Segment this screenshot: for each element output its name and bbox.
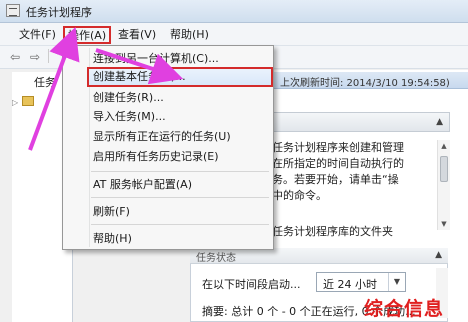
title-bar: 任务计划程序	[0, 0, 468, 23]
action-menu: 连接到另一台计算机(C)... 创建基本任务(B)... 创建任务(R)... …	[62, 45, 274, 250]
period-label: 在以下时间段启动...	[202, 278, 301, 291]
overview-trailing-text: 任务计划程序库的文件夹	[272, 225, 393, 238]
watermark: 综合信息	[364, 298, 445, 320]
menu-action[interactable]: 操作(A)	[63, 26, 112, 44]
menu-item-connect[interactable]: 连接到另一台计算机(C)...	[93, 51, 219, 67]
menu-item-enable-history[interactable]: 启用所有任务历史记录(E)	[93, 149, 219, 165]
task-status-header[interactable]: 任务状态 ▲	[190, 248, 448, 264]
folder-icon	[22, 96, 34, 106]
menu-item-refresh[interactable]: 刷新(F)	[93, 204, 130, 220]
menu-item-create-task[interactable]: 创建任务(R)...	[93, 90, 164, 106]
tree-root-label[interactable]: 任务	[34, 76, 56, 90]
menu-item-show-running[interactable]: 显示所有正在运行的任务(U)	[93, 129, 231, 145]
scroll-down-icon[interactable]: ▼	[438, 218, 450, 230]
chevron-down-icon[interactable]: ▼	[388, 273, 405, 291]
menu-separator	[91, 197, 269, 198]
menu-item-create-basic-task[interactable]: 创建基本任务(B)...	[93, 69, 186, 85]
menu-help[interactable]: 帮助(H)	[170, 27, 209, 42]
menu-file[interactable]: 文件(F)	[19, 27, 56, 42]
menu-separator	[91, 224, 269, 225]
period-select[interactable]: 近 24 小时 ▼	[316, 272, 406, 292]
period-select-value: 近 24 小时	[323, 278, 377, 291]
overview-scrollbar[interactable]: ▲ ▼	[437, 140, 450, 230]
menu-view[interactable]: 查看(V)	[118, 27, 156, 42]
scroll-thumb[interactable]	[440, 156, 448, 182]
toolbar-divider	[48, 49, 59, 63]
menu-item-help[interactable]: 帮助(H)	[93, 231, 132, 247]
overview-section-bar[interactable]: ▲	[272, 112, 450, 132]
forward-arrow-icon[interactable]: ⇨	[26, 49, 44, 65]
collapse-up-icon[interactable]: ▲	[435, 250, 442, 260]
window-title: 任务计划程序	[26, 6, 92, 19]
menu-bar: 文件(F) 操作(A) 查看(V) 帮助(H)	[0, 23, 468, 46]
menu-item-at-service[interactable]: AT 服务帐户配置(A)	[93, 177, 192, 193]
scroll-up-icon[interactable]: ▲	[438, 140, 450, 152]
task-scheduler-icon	[6, 4, 20, 17]
back-arrow-icon[interactable]: ⇦	[6, 49, 24, 65]
overview-description: 任务计划程序来创建和管理 在所指定的时间自动执行的 务。若要开始，请单击“操 中…	[272, 141, 404, 202]
menu-item-import-task[interactable]: 导入任务(M)...	[93, 109, 166, 125]
summary-header: 上次刷新时间: 2014/3/10 19:54:58)	[272, 72, 468, 89]
tree-expand-icon[interactable]: ▷	[12, 98, 18, 107]
last-refresh-text: 上次刷新时间: 2014/3/10 19:54:58)	[280, 78, 450, 89]
task-status-title: 任务状态	[196, 253, 236, 264]
collapse-up-icon[interactable]: ▲	[436, 117, 443, 127]
menu-separator	[91, 171, 269, 172]
